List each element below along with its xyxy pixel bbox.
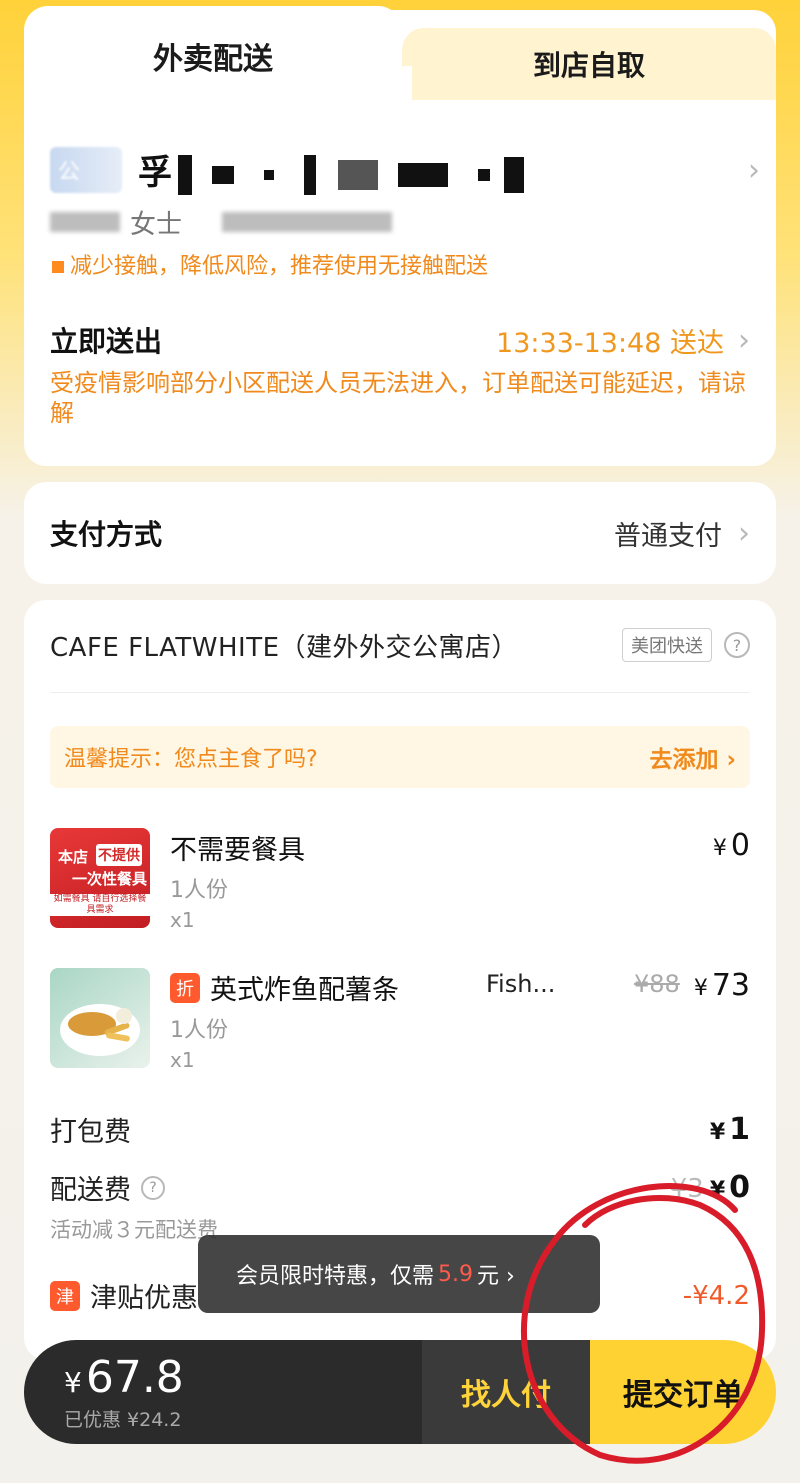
redaction-mosaic	[212, 165, 234, 184]
tip-text: 温馨提示：您点主食了吗?	[64, 747, 318, 772]
packing-fee-row: 打包费 ¥1	[50, 1110, 750, 1149]
item-price: ¥73	[694, 968, 750, 1003]
redaction-mosaic	[178, 154, 192, 195]
thumb-text: 一次性餐具	[72, 870, 148, 888]
delivery-time-row[interactable]: 立即送出 13:33-13:48 送达 ›	[50, 320, 750, 360]
item-name-text: 不需要餐具	[170, 835, 305, 866]
item-portion: 1人份	[170, 1018, 228, 1043]
member-offer-toast[interactable]: 会员限时特惠，仅需 5.9 元 ›	[198, 1235, 600, 1313]
thumb-text: 不提供	[96, 844, 142, 866]
yen-sign: ¥	[709, 1178, 726, 1203]
yen-sign: ¥	[712, 836, 727, 861]
discount-tag-icon: 折	[170, 972, 200, 1003]
item-price-value: 0	[730, 828, 750, 863]
tab-delivery[interactable]: 外卖配送	[24, 6, 402, 106]
yen-sign: ¥	[64, 1366, 82, 1399]
subsidy-tag-icon: 津	[50, 1280, 80, 1311]
delivery-fee-label-text: 配送费	[50, 1175, 131, 1206]
item-price-value: 73	[711, 968, 750, 1003]
thumb-text: 如需餐具 请自行选择餐具需求	[50, 894, 150, 916]
order-item: 本店 不提供 一次性餐具 如需餐具 请自行选择餐具需求 不需要餐具 1人份 x1…	[50, 828, 750, 938]
delivery-fee-old: ¥3	[670, 1174, 704, 1204]
subsidy-value: -¥4.2	[682, 1280, 750, 1311]
item-extra-name: Fish...	[486, 970, 556, 998]
address-tag-icon: 公	[50, 147, 122, 193]
order-item: 折英式炸鱼配薯条 Fish... ¥88 1人份 x1 ¥73	[50, 968, 750, 1078]
divider	[50, 692, 750, 693]
delivery-service-badge: 美团快送	[622, 628, 712, 662]
thumb-text: 本店	[58, 848, 89, 866]
contact-row: 女士	[50, 200, 393, 244]
add-main-dish-link[interactable]: 去添加 ›	[650, 740, 737, 774]
shop-name: CAFE FLATWHITE（建外外交公寓店）	[50, 632, 519, 663]
item-portion: 1人份	[170, 878, 228, 903]
toast-suffix: 元 ›	[477, 1264, 515, 1289]
item-qty: x1	[170, 1048, 195, 1072]
delivery-fee-amount: 0	[729, 1170, 750, 1205]
help-icon[interactable]: ?	[141, 1175, 165, 1200]
item-price: ¥0	[713, 828, 750, 863]
ask-friend-pay-button[interactable]: 找人付	[422, 1340, 590, 1444]
redaction-mosaic	[264, 169, 274, 180]
delivery-fee-row: 配送费? ¥3 ¥0	[50, 1168, 750, 1207]
yen-sign: ¥	[709, 1120, 726, 1145]
chevron-right-icon: ›	[748, 152, 760, 188]
payment-label: 支付方式	[50, 518, 163, 551]
item-original-price: ¥88	[634, 970, 680, 998]
submit-order-button[interactable]: 提交订单	[590, 1340, 776, 1444]
checkout-bar: ¥67.8 已优惠 ¥24.2 找人付 提交订单	[24, 1340, 776, 1444]
total-summary: ¥67.8 已优惠 ¥24.2	[24, 1340, 422, 1444]
delivery-fee-value: ¥3 ¥0	[671, 1170, 750, 1205]
bullet-square-icon	[52, 261, 64, 273]
item-name: 折英式炸鱼配薯条	[170, 968, 399, 1007]
help-icon[interactable]: ?	[724, 632, 750, 658]
fish-and-chips-image	[50, 968, 150, 1068]
delivery-delay-note: 受疫情影响部分小区配送人员无法进入，订单配送可能延迟，请谅解	[50, 369, 746, 427]
toast-prefix: 会员限时特惠，仅需	[236, 1264, 435, 1289]
toast-amount: 5.9	[438, 1261, 474, 1287]
delivery-label: 立即送出	[50, 325, 163, 358]
address-row[interactable]: 公 孚 ›	[50, 140, 760, 200]
safety-note-text: 减少接触，降低风险，推荐使用无接触配送	[70, 254, 489, 279]
redaction-mosaic	[478, 168, 490, 181]
redaction-mosaic	[304, 154, 316, 195]
chevron-right-icon: ›	[738, 515, 750, 551]
delivery-fee-discount-note: 活动减３元配送费	[50, 1218, 218, 1242]
shop-row: CAFE FLATWHITE（建外外交公寓店） 美团快送 ?	[50, 622, 750, 668]
packing-fee-amount: 1	[729, 1112, 750, 1147]
saved-amount: 已优惠 ¥24.2	[64, 1409, 182, 1431]
delivery-fee-label: 配送费?	[50, 1168, 165, 1207]
chevron-right-icon: ›	[738, 322, 750, 358]
subsidy-label: 津津贴优惠	[50, 1276, 198, 1315]
redaction-mosaic	[398, 162, 448, 187]
redaction-mosaic	[50, 212, 120, 232]
total-amount: 67.8	[85, 1352, 184, 1403]
packing-fee-value: ¥1	[710, 1112, 750, 1147]
redaction-mosaic	[222, 212, 393, 232]
redaction-mosaic	[338, 159, 378, 190]
contact-title: 女士	[130, 209, 183, 240]
item-name: 不需要餐具	[170, 828, 305, 867]
total-price: ¥67.8	[64, 1352, 422, 1403]
address-line: 孚	[138, 153, 172, 194]
payment-value: 普通支付	[614, 520, 722, 552]
main-dish-tip[interactable]: 温馨提示：您点主食了吗? 去添加 ›	[50, 726, 750, 788]
tab-pickup[interactable]: 到店自取	[372, 28, 776, 106]
item-qty: x1	[170, 908, 195, 932]
redaction-mosaic	[504, 156, 524, 193]
subsidy-label-text: 津贴优惠	[90, 1283, 198, 1314]
safety-note: 减少接触，降低风险，推荐使用无接触配送	[52, 248, 488, 280]
yen-sign: ¥	[693, 976, 708, 1001]
packing-fee-label: 打包费	[50, 1117, 131, 1148]
delivery-time: 13:33-13:48 送达	[496, 327, 724, 359]
address-text: 孚	[138, 145, 748, 195]
no-cutlery-image: 本店 不提供 一次性餐具 如需餐具 请自行选择餐具需求	[50, 828, 150, 928]
payment-method-row[interactable]: 支付方式 普通支付 ›	[24, 482, 776, 584]
item-name-text: 英式炸鱼配薯条	[210, 975, 399, 1006]
